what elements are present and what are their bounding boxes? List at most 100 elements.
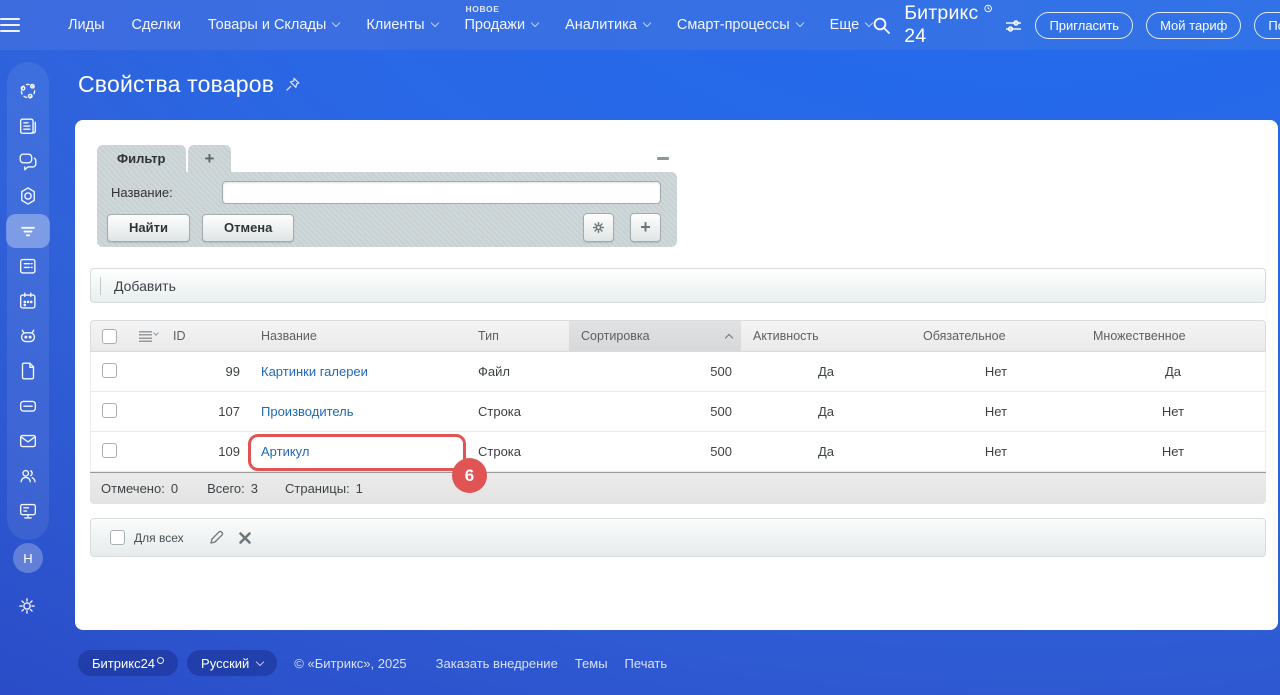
sidebar-item-drive[interactable] bbox=[6, 389, 50, 423]
row-checkbox[interactable] bbox=[102, 362, 117, 378]
table-settings-icon[interactable] bbox=[139, 330, 152, 342]
add-field-button[interactable]: + bbox=[630, 213, 661, 242]
filter-name-input[interactable] bbox=[222, 181, 661, 204]
chat-bubbles-icon bbox=[19, 153, 37, 171]
sidebar-item-chats[interactable] bbox=[6, 144, 50, 178]
delete-x-icon[interactable] bbox=[238, 531, 252, 545]
main-content: Свойства товаров Фильтр + Название: Найт… bbox=[56, 50, 1280, 695]
property-link[interactable]: Производитель bbox=[261, 404, 354, 419]
topmenu-leads[interactable]: Лиды bbox=[68, 17, 105, 33]
my-plan-button[interactable]: Мой тариф bbox=[1146, 11, 1242, 39]
presentation-board-icon bbox=[19, 503, 37, 519]
top-navigation-bar: Лиды Сделки Товары и Склады Клиенты НОВО… bbox=[0, 0, 1280, 50]
chevron-down-icon bbox=[530, 18, 540, 28]
topbar-right: Битрикс 24 Пригласить Мой тариф Помощь bbox=[872, 2, 1280, 48]
search-icon[interactable] bbox=[872, 16, 891, 35]
column-header-required[interactable]: Обязательное bbox=[911, 321, 1081, 351]
for-all-label: Для всех bbox=[134, 530, 184, 545]
topmenu-products[interactable]: Товары и Склады bbox=[208, 17, 341, 33]
topmenu-sales[interactable]: НОВОЕ Продажи bbox=[465, 4, 540, 33]
drive-icon bbox=[19, 400, 37, 412]
edit-pencil-icon[interactable] bbox=[208, 529, 225, 546]
bulk-actions-bar: Для всех bbox=[90, 518, 1266, 557]
total-value: 3 bbox=[250, 481, 258, 496]
footer-brand-button[interactable]: Битрикс24 bbox=[78, 650, 179, 676]
topmenu-more[interactable]: Еще bbox=[830, 17, 874, 33]
pages-value: 1 bbox=[355, 481, 363, 496]
bitrix24-logo[interactable]: Битрикс 24 bbox=[904, 2, 993, 48]
sidebar-item-documents[interactable] bbox=[6, 354, 50, 388]
select-all-checkbox[interactable] bbox=[102, 328, 117, 344]
property-link[interactable]: Картинки галереи bbox=[261, 364, 368, 379]
bitrix24-app: Лиды Сделки Товары и Склады Клиенты НОВО… bbox=[0, 0, 1280, 695]
gear-icon bbox=[592, 221, 605, 234]
top-menu: Лиды Сделки Товары и Склады Клиенты НОВО… bbox=[20, 4, 874, 33]
sidebar-item-feed[interactable] bbox=[6, 109, 50, 143]
column-header-sort[interactable]: Сортировка bbox=[569, 321, 741, 351]
chevron-down-icon bbox=[795, 18, 804, 28]
properties-table: ID Название Тип Сортировка Активность Об… bbox=[90, 320, 1266, 504]
people-icon bbox=[20, 469, 36, 483]
row-checkbox[interactable] bbox=[102, 442, 117, 458]
clock-icon bbox=[984, 4, 993, 13]
chevron-down-icon bbox=[256, 657, 265, 667]
table-row: 99 Картинки галереи Файл 500 Да Нет Да bbox=[90, 352, 1266, 392]
topmenu-smart-processes[interactable]: Смарт-процессы bbox=[677, 17, 804, 33]
cancel-button[interactable]: Отмена bbox=[201, 213, 295, 242]
add-button[interactable]: Добавить bbox=[90, 268, 1266, 303]
column-header-id[interactable]: ID bbox=[161, 321, 249, 351]
sidebar-rail bbox=[6, 62, 50, 540]
sidebar-item-mail[interactable] bbox=[6, 424, 50, 458]
page-title: Свойства товаров bbox=[78, 71, 301, 98]
tasks-planner-icon bbox=[19, 258, 36, 274]
table-settings-cell bbox=[131, 321, 161, 351]
topmenu-analytics[interactable]: Аналитика bbox=[565, 17, 652, 33]
chevron-down-icon bbox=[332, 18, 341, 28]
footer-link-implementation[interactable]: Заказать внедрение bbox=[436, 656, 558, 671]
avatar[interactable]: Н bbox=[13, 543, 43, 573]
copyright: © «Битрикс», 2025 bbox=[294, 655, 407, 671]
hexagon-icon bbox=[21, 187, 35, 205]
news-feed-icon bbox=[19, 118, 37, 135]
mail-icon bbox=[19, 434, 37, 448]
toolbar-divider bbox=[100, 276, 101, 295]
sidebar-item-crm[interactable] bbox=[6, 214, 50, 248]
filter-name-label: Название: bbox=[111, 185, 173, 200]
tab-filter[interactable]: Фильтр bbox=[97, 145, 186, 172]
for-all-checkbox[interactable] bbox=[110, 530, 125, 545]
pin-icon[interactable] bbox=[284, 76, 301, 93]
language-selector[interactable]: Русский bbox=[187, 650, 278, 676]
collapse-filter-icon[interactable] bbox=[657, 157, 669, 160]
sidebar-item-marketing[interactable] bbox=[6, 494, 50, 528]
sidebar-item-share[interactable] bbox=[6, 74, 50, 108]
chevron-down-icon bbox=[864, 18, 874, 28]
find-button[interactable]: Найти bbox=[107, 213, 190, 242]
annotation-highlight bbox=[248, 434, 466, 471]
topmenu-clients[interactable]: Клиенты bbox=[366, 17, 439, 33]
topmenu-deals[interactable]: Сделки bbox=[132, 17, 181, 33]
footer-link-print[interactable]: Печать bbox=[625, 656, 668, 671]
robot-icon bbox=[20, 329, 36, 343]
sidebar-item-hr[interactable] bbox=[6, 459, 50, 493]
row-checkbox[interactable] bbox=[102, 402, 117, 418]
document-icon bbox=[21, 362, 35, 380]
sidebar-item-tasks[interactable] bbox=[6, 249, 50, 283]
help-button[interactable]: Помощь bbox=[1254, 11, 1280, 39]
sidebar-item-calendar[interactable] bbox=[6, 284, 50, 318]
clock-icon bbox=[157, 656, 165, 664]
footer-link-themes[interactable]: Темы bbox=[575, 656, 608, 671]
sidebar-item-copilot[interactable] bbox=[6, 319, 50, 353]
settings-gear-icon[interactable] bbox=[16, 595, 38, 622]
annotation-badge: 6 bbox=[452, 458, 487, 493]
invite-button[interactable]: Пригласить bbox=[1035, 11, 1134, 39]
column-header-multiple[interactable]: Множественное bbox=[1081, 321, 1265, 351]
filter-settings-button[interactable] bbox=[583, 213, 614, 242]
main-menu-icon[interactable] bbox=[0, 18, 20, 32]
sliders-icon[interactable] bbox=[1005, 18, 1022, 33]
column-header-name[interactable]: Название bbox=[249, 321, 466, 351]
add-filter-tab-button[interactable]: + bbox=[187, 145, 232, 172]
checked-label: Отмечено: bbox=[101, 481, 165, 496]
sidebar-item-sites[interactable] bbox=[6, 179, 50, 213]
column-header-active[interactable]: Активность bbox=[741, 321, 911, 351]
column-header-type[interactable]: Тип bbox=[466, 321, 569, 351]
